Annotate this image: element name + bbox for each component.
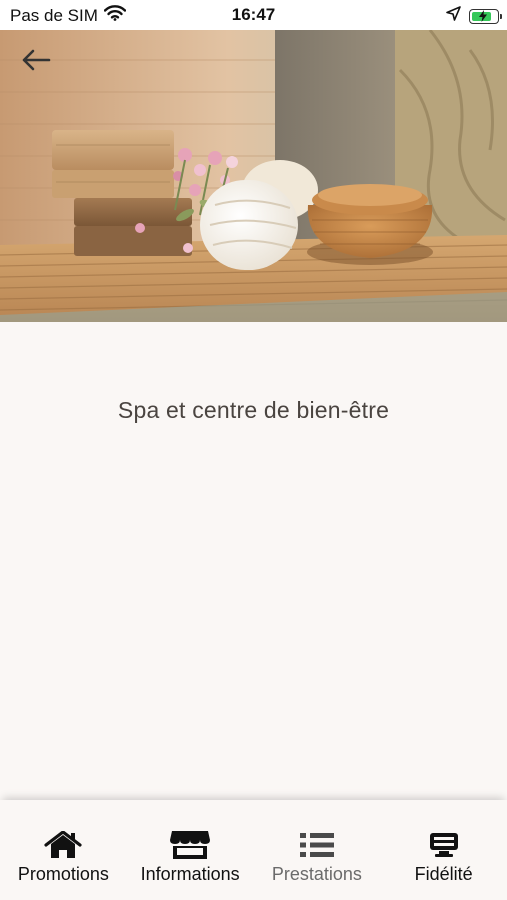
nav-item-prestations[interactable]: Prestations	[254, 800, 381, 900]
app-screen: Pas de SIM 16:47 Spa et centre de bien-ê…	[0, 0, 507, 900]
battery-icon	[469, 8, 502, 24]
battery-cap	[500, 13, 502, 19]
nav-item-promotions[interactable]: Promotions	[0, 800, 127, 900]
arrow-left-icon	[22, 49, 51, 71]
nav-label-promotions: Promotions	[17, 864, 109, 884]
bottom-nav: Promotions Informations Prestations Fidé…	[0, 800, 507, 900]
loyalty-card-icon	[429, 830, 459, 860]
home-icon	[44, 830, 82, 860]
hero-image	[0, 30, 507, 322]
page-title: Spa et centre de bien-être	[117, 397, 390, 423]
status-time: 16:47	[231, 5, 276, 24]
list-icon	[299, 830, 335, 860]
nav-label-fidelite: Fidélité	[414, 864, 473, 884]
store-icon	[169, 830, 211, 860]
nav-item-fidelite[interactable]: Fidélité	[380, 800, 507, 900]
status-bar: Pas de SIM 16:47	[0, 0, 507, 30]
status-right	[446, 6, 502, 26]
back-button[interactable]	[14, 42, 58, 78]
location-arrow-icon	[446, 6, 461, 26]
nav-item-informations[interactable]: Informations	[127, 800, 254, 900]
charging-bolt-icon	[479, 9, 487, 22]
nav-label-informations: Informations	[140, 864, 240, 884]
nav-label-prestations: Prestations	[271, 864, 362, 884]
